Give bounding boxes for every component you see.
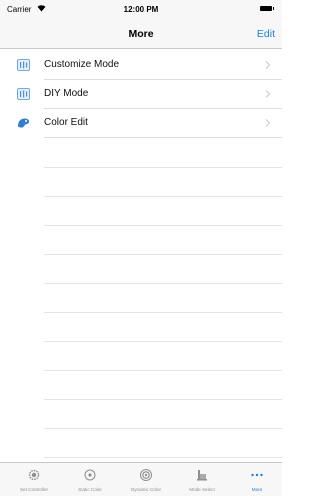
list-item-label: Color Edit	[44, 117, 88, 128]
row-divider	[44, 137, 282, 138]
list-item-color-edit[interactable]: Color Edit	[0, 109, 282, 138]
empty-row-divider	[44, 370, 282, 371]
chevron-right-icon	[265, 61, 271, 69]
chevron-right-icon	[265, 90, 271, 98]
empty-row-divider	[44, 254, 282, 255]
equalizer-icon	[17, 88, 30, 100]
tab-label: More	[251, 487, 263, 492]
navigation-bar: More Edit	[0, 20, 282, 49]
palette-icon	[18, 118, 30, 128]
status-time: 12:00 PM	[123, 5, 159, 14]
empty-row-divider	[44, 167, 282, 168]
equalizer-icon	[17, 59, 30, 71]
page-title: More	[128, 28, 154, 40]
more-dots-icon	[251, 473, 263, 477]
circle-target-icon	[140, 469, 152, 481]
empty-row-divider	[44, 283, 282, 284]
tab-label: Set Controller	[19, 487, 49, 492]
tab-label: Static Color	[78, 487, 102, 492]
eye-icon	[84, 469, 96, 481]
tab-mode-select[interactable]: Mode Select	[174, 463, 230, 496]
empty-row-divider	[44, 196, 282, 197]
chevron-right-icon	[265, 119, 271, 127]
list-item-label: Customize Mode	[44, 59, 120, 70]
tab-set-controller[interactable]: Set Controller	[6, 463, 62, 496]
more-list: Customize Mode DIY Mode Color Edit	[0, 49, 282, 462]
empty-row-divider	[44, 225, 282, 226]
list-item-label: DIY Mode	[44, 88, 89, 99]
battery-icon	[260, 6, 274, 11]
status-bar: Carrier 12:00 PM	[0, 0, 282, 20]
tab-label: Mode Select	[189, 487, 215, 492]
gear-icon	[28, 469, 40, 481]
tab-bar: Set Controller Static Color Dynamic Colo…	[0, 462, 282, 496]
empty-row-divider	[44, 399, 282, 400]
tab-dynamic-color[interactable]: Dynamic Color	[118, 463, 174, 496]
empty-row-divider	[44, 428, 282, 429]
empty-row-divider	[44, 341, 282, 342]
tab-static-color[interactable]: Static Color	[62, 463, 118, 496]
empty-row-divider	[44, 312, 282, 313]
list-item-customize-mode[interactable]: Customize Mode	[0, 51, 282, 80]
list-item-diy-mode[interactable]: DIY Mode	[0, 80, 282, 109]
tab-label: Dynamic Color	[130, 487, 162, 492]
edit-button[interactable]: Edit	[257, 28, 275, 40]
tab-more[interactable]: More	[229, 463, 285, 496]
building-icon	[197, 470, 207, 481]
empty-row-divider	[44, 457, 282, 458]
